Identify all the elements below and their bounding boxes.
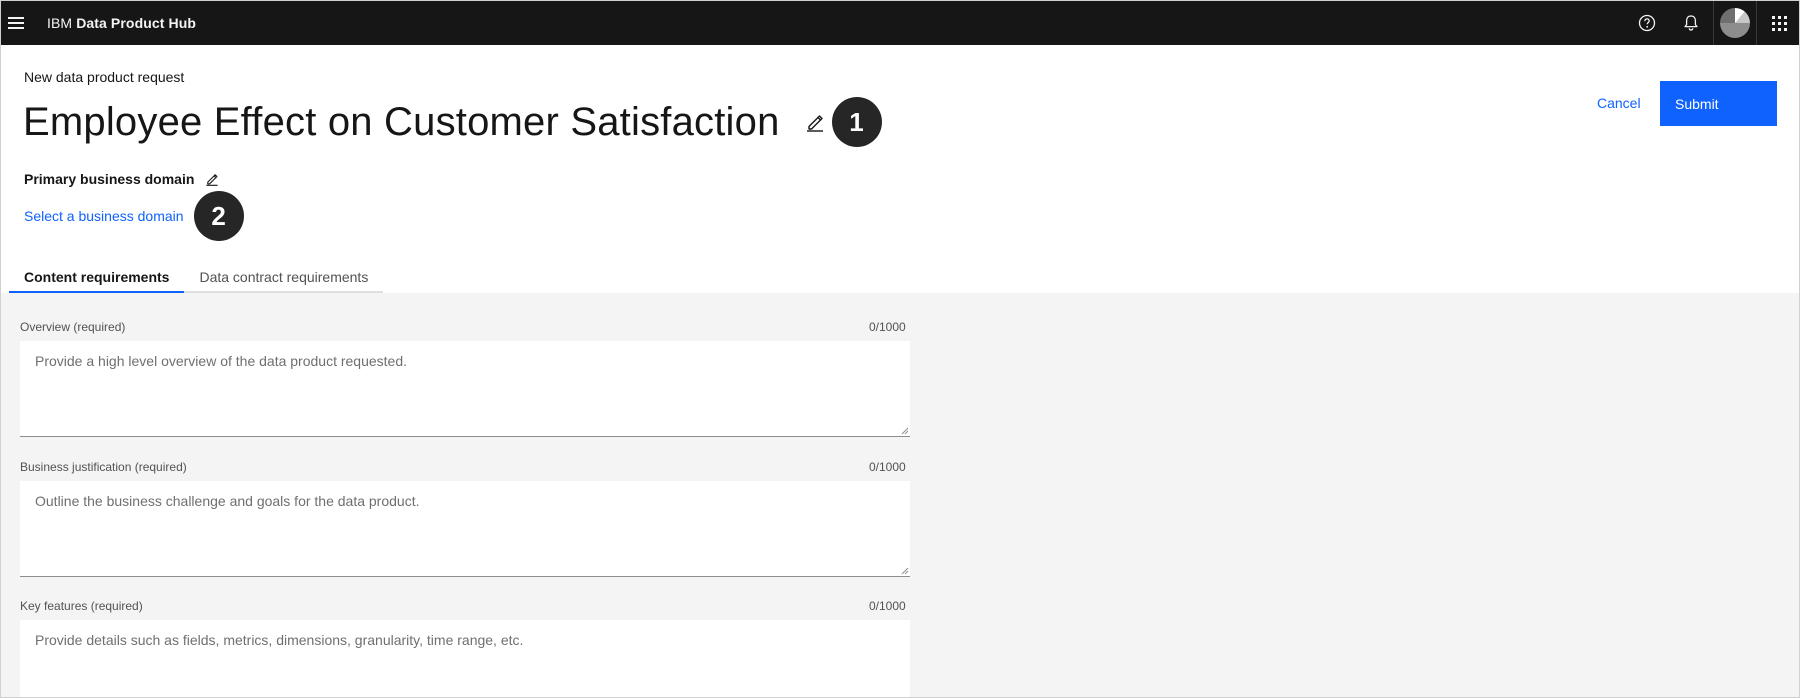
overview-textarea[interactable]: Provide a high level overview of the dat…: [20, 341, 910, 437]
app-switcher-button[interactable]: [1757, 1, 1799, 45]
domain-row: Primary business domain: [24, 171, 220, 187]
app-switcher-icon: [1771, 15, 1787, 31]
callout-badge-2: 2: [193, 191, 244, 241]
business-justification-textarea[interactable]: Outline the business challenge and goals…: [20, 481, 910, 577]
resize-handle-icon[interactable]: [901, 427, 909, 435]
menu-icon: [8, 17, 24, 29]
notifications-button[interactable]: [1669, 1, 1713, 45]
edit-title-button[interactable]: [804, 111, 826, 133]
domain-link-row: Select a business domain 2: [24, 191, 244, 241]
help-icon: [1638, 14, 1656, 32]
business-justification-char-count: 0/1000: [869, 460, 906, 474]
tab-data-contract-requirements[interactable]: Data contract requirements: [184, 263, 384, 293]
page-subtitle: New data product request: [24, 69, 185, 85]
overview-placeholder: Provide a high level overview of the dat…: [35, 353, 408, 369]
brand-name: Data Product Hub: [76, 15, 197, 31]
key-features-placeholder: Provide details such as fields, metrics,…: [35, 632, 524, 648]
app-brand[interactable]: IBM Data Product Hub: [47, 15, 196, 31]
help-button[interactable]: [1625, 1, 1669, 45]
callout-badge-1: 1: [831, 97, 882, 147]
overview-label: Overview (required): [20, 320, 126, 334]
header-actions: [1625, 1, 1799, 45]
avatar: [1720, 8, 1750, 38]
edit-domain-button[interactable]: [204, 171, 220, 187]
user-profile-button[interactable]: [1713, 1, 1757, 45]
tab-list: Content requirements Data contract requi…: [9, 263, 384, 293]
resize-handle-icon[interactable]: [901, 567, 909, 575]
key-features-char-count: 0/1000: [869, 599, 906, 613]
business-justification-label: Business justification (required): [20, 460, 187, 474]
brand-prefix: IBM: [47, 15, 73, 31]
submit-button[interactable]: Submit: [1660, 81, 1777, 126]
top-header: IBM Data Product Hub: [1, 1, 1799, 45]
key-features-textarea[interactable]: Provide details such as fields, metrics,…: [20, 620, 910, 697]
edit-icon: [206, 174, 219, 186]
title-row: Employee Effect on Customer Satisfaction…: [23, 97, 882, 147]
cancel-button[interactable]: Cancel: [1597, 95, 1641, 111]
business-justification-placeholder: Outline the business challenge and goals…: [35, 493, 420, 509]
page-title: Employee Effect on Customer Satisfaction: [23, 99, 780, 144]
key-features-label: Key features (required): [20, 599, 143, 613]
domain-label: Primary business domain: [24, 171, 195, 187]
edit-icon: [806, 115, 823, 132]
select-business-domain-link[interactable]: Select a business domain: [24, 208, 184, 224]
tab-content-requirements[interactable]: Content requirements: [9, 263, 185, 293]
notification-icon: [1684, 15, 1698, 31]
menu-button[interactable]: [1, 1, 31, 45]
overview-char-count: 0/1000: [869, 320, 906, 334]
app-window: IBM Data Product Hub New data product re…: [0, 0, 1800, 698]
